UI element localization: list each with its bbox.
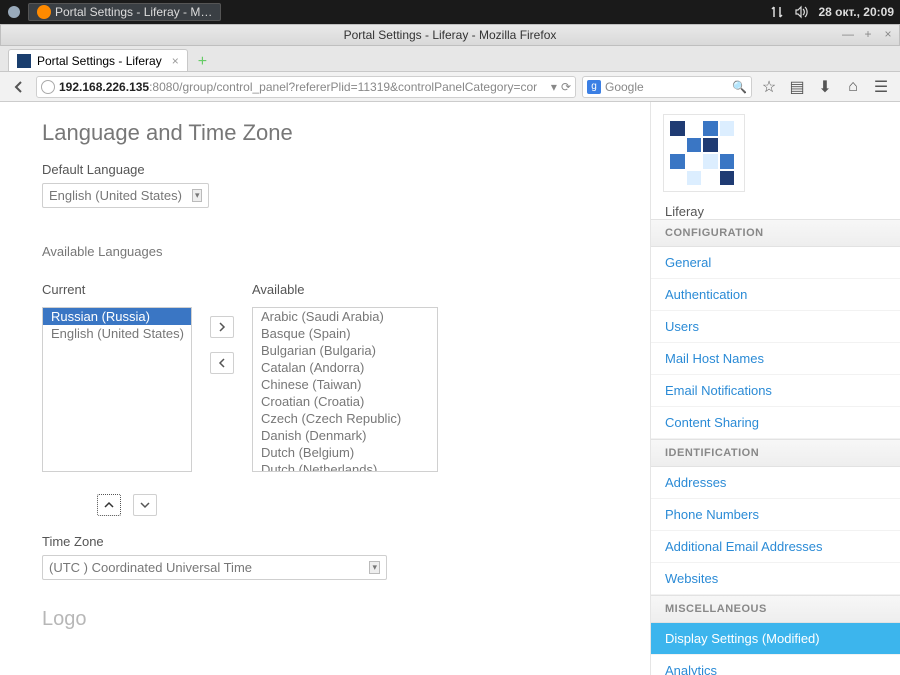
brand-name: Liferay — [665, 204, 900, 219]
url-bar[interactable]: 192.168.226.135 :8080/group/control_pane… — [36, 76, 576, 98]
volume-icon[interactable] — [794, 5, 808, 19]
list-item[interactable]: Danish (Denmark) — [253, 427, 437, 444]
os-top-panel: Portal Settings - Liferay - M… 28 окт., … — [0, 0, 900, 24]
search-icon[interactable]: 🔍 — [732, 80, 747, 94]
available-list-label: Available — [252, 282, 438, 297]
window-minimize-button[interactable]: — — [841, 27, 855, 41]
available-languages-label: Available Languages — [42, 244, 626, 260]
window-maximize-button[interactable]: + — [861, 27, 875, 41]
chevron-down-icon: ▾ — [192, 189, 203, 202]
nav-toolbar: 192.168.226.135 :8080/group/control_pane… — [0, 72, 900, 102]
list-item[interactable]: Dutch (Netherlands) — [253, 461, 437, 472]
tab-close-button[interactable]: × — [172, 54, 179, 68]
available-languages-listbox[interactable]: Arabic (Saudi Arabia)Basque (Spain)Bulga… — [252, 307, 438, 472]
timezone-label: Time Zone — [42, 534, 626, 549]
taskbar-app[interactable]: Portal Settings - Liferay - M… — [28, 3, 221, 21]
logo-section-heading: Logo — [42, 608, 626, 631]
list-item[interactable]: Russian (Russia) — [43, 308, 191, 325]
network-icon[interactable] — [770, 5, 784, 19]
current-languages-listbox[interactable]: Russian (Russia)English (United States) — [42, 307, 192, 472]
timezone-select[interactable]: (UTC ) Coordinated Universal Time ▾ — [42, 555, 387, 580]
dropdown-history-icon[interactable]: ▾ — [551, 80, 557, 94]
default-language-label: Default Language — [42, 162, 626, 177]
firefox-icon — [37, 5, 51, 19]
sidebar-item[interactable]: Phone Numbers — [651, 499, 900, 531]
move-up-button[interactable] — [97, 494, 121, 516]
sidebar-item[interactable]: Analytics — [651, 655, 900, 675]
page-title: Language and Time Zone — [42, 120, 626, 146]
default-language-select[interactable]: English (United States) ▾ — [42, 183, 209, 208]
sidebar-item[interactable]: General — [651, 247, 900, 279]
settings-sidebar: Liferay CONFIGURATIONGeneralAuthenticati… — [650, 102, 900, 675]
list-item[interactable]: Dutch (Belgium) — [253, 444, 437, 461]
move-right-button[interactable] — [210, 316, 234, 338]
list-item[interactable]: Bulgarian (Bulgaria) — [253, 342, 437, 359]
hamburger-menu-icon[interactable]: ☰ — [870, 76, 892, 98]
sidebar-group-heading: IDENTIFICATION — [651, 439, 900, 467]
window-close-button[interactable]: × — [881, 27, 895, 41]
bookmarks-menu-icon[interactable]: ▤ — [786, 76, 808, 98]
sidebar-item[interactable]: Authentication — [651, 279, 900, 311]
list-item[interactable]: Catalan (Andorra) — [253, 359, 437, 376]
url-host: 192.168.226.135 — [59, 80, 149, 94]
tab-strip: Portal Settings - Liferay × + — [0, 46, 900, 72]
sidebar-group-heading: CONFIGURATION — [651, 219, 900, 247]
list-item[interactable]: English (United States) — [43, 325, 191, 342]
brand-logo — [663, 114, 745, 192]
activities-menu-icon[interactable] — [6, 4, 22, 20]
search-placeholder: Google — [605, 80, 644, 94]
window-titlebar: Portal Settings - Liferay - Mozilla Fire… — [0, 24, 900, 46]
sidebar-item[interactable]: Addresses — [651, 467, 900, 499]
list-item[interactable]: Czech (Czech Republic) — [253, 410, 437, 427]
sidebar-item[interactable]: Additional Email Addresses — [651, 531, 900, 563]
sidebar-item[interactable]: Email Notifications — [651, 375, 900, 407]
timezone-value: (UTC ) Coordinated Universal Time — [49, 560, 252, 575]
downloads-icon[interactable]: ⬇ — [814, 76, 836, 98]
google-engine-icon[interactable]: g — [587, 80, 601, 94]
window-title: Portal Settings - Liferay - Mozilla Fire… — [344, 28, 557, 42]
url-rest: :8080/group/control_panel?refererPlid=11… — [149, 80, 537, 94]
back-button[interactable] — [8, 76, 30, 98]
list-item[interactable]: Croatian (Croatia) — [253, 393, 437, 410]
taskbar-app-title: Portal Settings - Liferay - M… — [55, 5, 212, 19]
sidebar-item[interactable]: Users — [651, 311, 900, 343]
tab-favicon — [17, 54, 31, 68]
current-list-label: Current — [42, 282, 192, 297]
clock[interactable]: 28 окт., 20:09 — [818, 5, 894, 19]
home-icon[interactable]: ⌂ — [842, 76, 864, 98]
sidebar-item[interactable]: Content Sharing — [651, 407, 900, 439]
move-down-button[interactable] — [133, 494, 157, 516]
list-item[interactable]: Basque (Spain) — [253, 325, 437, 342]
sidebar-item[interactable]: Websites — [651, 563, 900, 595]
main-content: Language and Time Zone Default Language … — [0, 102, 650, 675]
list-item[interactable]: Chinese (Taiwan) — [253, 376, 437, 393]
sidebar-item[interactable]: Display Settings (Modified) — [651, 623, 900, 655]
move-left-button[interactable] — [210, 352, 234, 374]
sidebar-item[interactable]: Mail Host Names — [651, 343, 900, 375]
new-tab-button[interactable]: + — [194, 53, 211, 71]
list-item[interactable]: Arabic (Saudi Arabia) — [253, 308, 437, 325]
search-bar[interactable]: g Google 🔍 — [582, 76, 752, 98]
chevron-down-icon: ▾ — [369, 561, 380, 574]
tab-active[interactable]: Portal Settings - Liferay × — [8, 49, 188, 71]
sidebar-group-heading: MISCELLANEOUS — [651, 595, 900, 623]
reload-icon[interactable]: ⟳ — [561, 80, 571, 94]
default-language-value: English (United States) — [49, 188, 182, 203]
bookmark-star-icon[interactable]: ☆ — [758, 76, 780, 98]
site-identity-icon[interactable] — [41, 80, 55, 94]
tab-title: Portal Settings - Liferay — [37, 54, 162, 68]
